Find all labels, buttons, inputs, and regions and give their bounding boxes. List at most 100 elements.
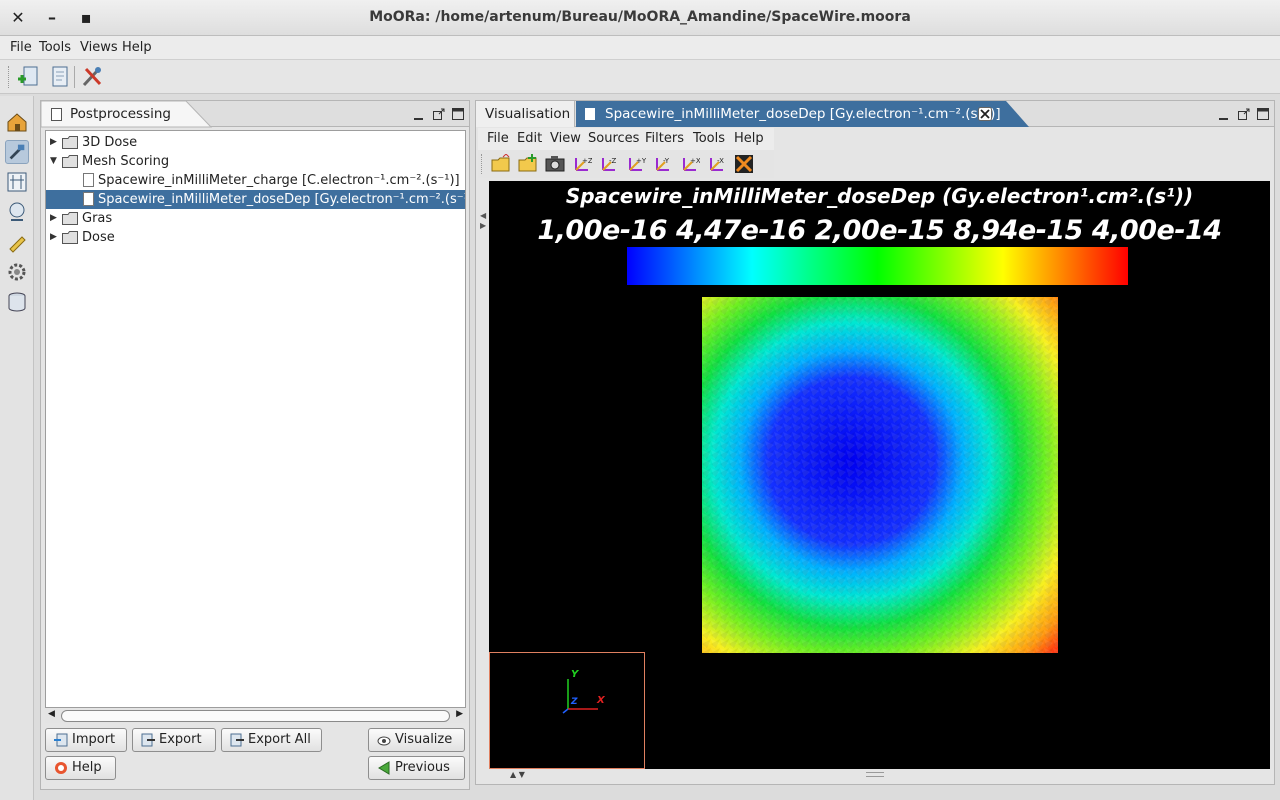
expand-arrow-icon[interactable]: ▶ — [50, 228, 57, 247]
vis-menu-view[interactable]: View — [550, 131, 581, 146]
tab-visualisation[interactable]: Visualisation — [476, 101, 575, 127]
vis-menu-file[interactable]: File — [487, 131, 509, 146]
vis-menu-filters[interactable]: Filters — [645, 131, 684, 146]
colorbar-tick: 4,00e-14 — [1091, 215, 1222, 246]
tree-node-label: Mesh Scoring — [82, 154, 170, 169]
scrollbar-thumb[interactable] — [61, 710, 450, 722]
visualize-button[interactable]: Visualize — [368, 728, 465, 752]
vis-menu-edit[interactable]: Edit — [517, 131, 542, 146]
svg-text:+X: +X — [690, 157, 700, 165]
help-button[interactable]: Help — [45, 756, 116, 780]
collapse-arrows[interactable]: ▲ ▼ — [510, 770, 525, 779]
tree-node-mesh-scoring[interactable]: ▼ Mesh Scoring — [46, 152, 465, 171]
collapse-arrow-icon[interactable]: ▼ — [50, 152, 57, 171]
float-panel-icon[interactable] — [1238, 108, 1250, 120]
edit-icon[interactable] — [5, 230, 29, 254]
main-toolbar — [0, 60, 1280, 94]
export-button[interactable]: Export — [132, 728, 216, 752]
postprocessing-tab-label[interactable]: Postprocessing — [70, 106, 171, 122]
import-button[interactable]: Import — [45, 728, 127, 752]
horizontal-splitter-grip[interactable] — [866, 772, 884, 777]
expand-arrow-icon[interactable]: ▶ — [50, 209, 57, 228]
camera-icon[interactable] — [545, 154, 565, 174]
menu-tools[interactable]: Tools — [39, 40, 71, 55]
scroll-right-icon[interactable]: ▶ — [456, 709, 463, 719]
minimize-panel-icon[interactable] — [414, 112, 423, 120]
left-sidebar — [0, 96, 34, 800]
svg-text:+Z: +Z — [582, 157, 592, 165]
build-icon[interactable] — [5, 140, 29, 164]
svg-text:-Y: -Y — [663, 157, 670, 165]
export-icon — [141, 733, 155, 747]
view-minus-z-icon[interactable]: -Z — [599, 154, 619, 174]
menu-help[interactable]: Help — [122, 40, 152, 55]
3d-viewport[interactable]: Spacewire_inMilliMeter_doseDep (Gy.elect… — [489, 181, 1270, 769]
float-panel-icon[interactable] — [433, 108, 445, 120]
visualisation-toolbar: +Z -Z +Y -Y +X -X — [478, 150, 774, 178]
tree-node-label: Spacewire_inMilliMeter_charge [C.electro… — [98, 173, 460, 188]
folder-icon — [62, 136, 78, 149]
axes-triad-icon — [562, 679, 598, 714]
vis-menu-sources[interactable]: Sources — [588, 131, 639, 146]
mesh-icon[interactable] — [5, 170, 29, 194]
database-icon[interactable] — [5, 290, 29, 314]
window-title-bar: ✕ – ▪ MoORa: /home/artenum/Bureau/MoORA_… — [0, 0, 1280, 36]
tree-horizontal-scrollbar[interactable]: ◀ ▶ — [45, 709, 466, 723]
axis-y-label: Y — [571, 669, 579, 680]
window-title: MoORa: /home/artenum/Bureau/MoORA_Amandi… — [369, 9, 911, 25]
visualize-button-label: Visualize — [395, 732, 453, 747]
eye-icon — [377, 736, 391, 746]
colorbar-tick: 2,00e-15 — [814, 215, 945, 246]
fit-view-icon[interactable] — [734, 154, 754, 174]
tree-node-label: Spacewire_inMilliMeter_doseDep [Gy.elect… — [98, 192, 466, 207]
tree-node-charge[interactable]: Spacewire_inMilliMeter_charge [C.electro… — [46, 171, 465, 190]
colorbar-tick: 1,00e-16 — [537, 215, 668, 246]
tools-icon[interactable] — [80, 65, 104, 89]
toolbar-grip — [481, 154, 483, 174]
expand-arrow-icon[interactable]: ▶ — [50, 133, 57, 152]
import-project-icon[interactable] — [16, 65, 40, 89]
export-all-button[interactable]: Export All — [221, 728, 322, 752]
home-icon[interactable] — [5, 110, 29, 134]
svg-text:+Y: +Y — [636, 157, 646, 165]
tab-dosedep-label: Spacewire_inMilliMeter_doseDep [Gy.elect… — [605, 106, 1001, 122]
view-minus-y-icon[interactable]: -Y — [653, 154, 673, 174]
view-plus-z-icon[interactable]: +Z — [572, 154, 592, 174]
open-folder-icon[interactable] — [491, 154, 511, 174]
probe-icon[interactable] — [5, 200, 29, 224]
orientation-axes-widget: Y X Z — [489, 652, 645, 769]
toolbar-grip — [8, 66, 10, 88]
open-document-icon[interactable] — [48, 65, 72, 89]
axis-z-label: Z — [571, 697, 578, 707]
close-tab-icon[interactable] — [978, 107, 992, 121]
file-icon — [83, 192, 94, 206]
document-icon — [51, 108, 62, 121]
menu-views[interactable]: Views — [80, 40, 118, 55]
import-button-label: Import — [72, 732, 116, 747]
scene-title: Spacewire_inMilliMeter_doseDep (Gy.elect… — [565, 184, 1194, 208]
add-folder-icon[interactable] — [518, 154, 538, 174]
postprocessing-panel: Postprocessing ▶ 3D Dose ▼ Mesh Scoring … — [40, 100, 470, 790]
tree-node-dosedep[interactable]: Spacewire_inMilliMeter_doseDep [Gy.elect… — [46, 190, 465, 209]
menu-file[interactable]: File — [10, 40, 32, 55]
colorbar — [627, 247, 1128, 285]
folder-icon — [62, 155, 78, 168]
tab-visualisation-label: Visualisation — [485, 106, 571, 122]
maximize-panel-icon[interactable] — [1257, 108, 1269, 120]
collapse-toolbar-arrows[interactable]: ◀ ▶ — [480, 211, 486, 233]
maximize-panel-icon[interactable] — [452, 108, 464, 120]
settings-gear-icon[interactable] — [5, 260, 29, 284]
previous-button-label: Previous — [395, 760, 450, 775]
view-minus-x-icon[interactable]: -X — [707, 154, 727, 174]
view-plus-x-icon[interactable]: +X — [680, 154, 700, 174]
tree-node-dose[interactable]: ▶ Dose — [46, 228, 465, 247]
minimize-panel-icon[interactable] — [1219, 112, 1228, 120]
scroll-left-icon[interactable]: ◀ — [48, 709, 55, 719]
view-plus-y-icon[interactable]: +Y — [626, 154, 646, 174]
tree-node-3d-dose[interactable]: ▶ 3D Dose — [46, 133, 465, 152]
tree-node-gras[interactable]: ▶ Gras — [46, 209, 465, 228]
previous-button[interactable]: Previous — [368, 756, 465, 780]
vis-menu-tools[interactable]: Tools — [693, 131, 725, 146]
vis-menu-help[interactable]: Help — [734, 131, 764, 146]
visualisation-menubar: File Edit View Sources Filters Tools Hel… — [478, 128, 774, 150]
